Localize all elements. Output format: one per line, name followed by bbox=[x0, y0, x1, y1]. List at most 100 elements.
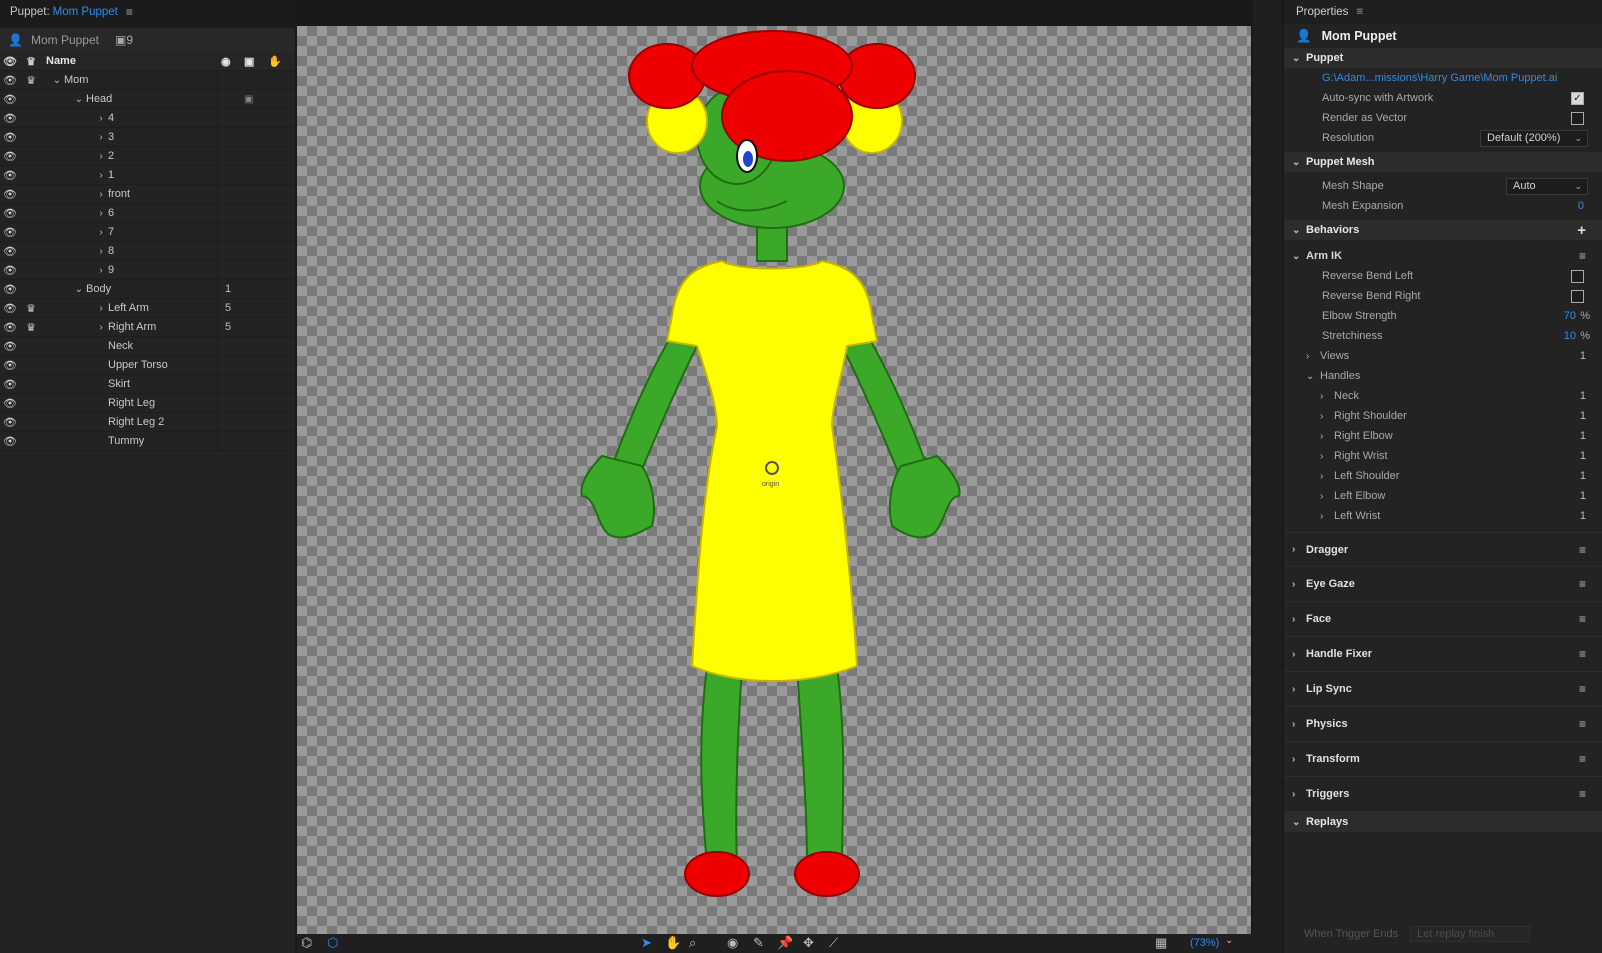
crown-slot[interactable] bbox=[20, 150, 42, 162]
chevron-right-icon[interactable]: › bbox=[94, 151, 108, 162]
handle-row[interactable]: › Left Elbow 1 bbox=[1284, 486, 1602, 506]
camera-icon[interactable]: ▣ bbox=[244, 55, 254, 68]
behavior-menu-icon[interactable]: ≡ bbox=[1579, 249, 1586, 263]
eye-icon[interactable]: 👁 bbox=[0, 188, 20, 201]
behavior-row[interactable]: › Transform ≡ bbox=[1284, 742, 1602, 777]
column-name[interactable]: Name bbox=[46, 55, 76, 67]
zoom-tool-icon[interactable]: ⌕ bbox=[689, 935, 696, 951]
add-behavior-icon[interactable]: + bbox=[1577, 222, 1586, 239]
handles-row[interactable]: ⌄ Handles bbox=[1284, 366, 1602, 386]
eye-icon[interactable]: 👁 bbox=[0, 93, 20, 106]
layer-row[interactable]: 👁 Neck bbox=[0, 337, 295, 356]
eye-icon[interactable]: 👁 bbox=[0, 435, 20, 448]
behavior-row[interactable]: › Handle Fixer ≡ bbox=[1284, 637, 1602, 672]
crown-slot[interactable] bbox=[20, 283, 42, 295]
panel-puppet-name[interactable]: Mom Puppet bbox=[53, 6, 118, 18]
file-path-link[interactable]: G:\Adam...missions\Harry Game\Mom Puppet… bbox=[1322, 72, 1557, 84]
mesh-shape-select[interactable]: Auto ⌄ bbox=[1506, 177, 1588, 195]
outline-icon[interactable]: ⬡ bbox=[327, 935, 338, 951]
handle-row[interactable]: › Right Elbow 1 bbox=[1284, 426, 1602, 446]
handle-row[interactable]: › Neck 1 bbox=[1284, 386, 1602, 406]
behavior-menu-icon[interactable]: ≡ bbox=[1579, 577, 1586, 591]
crown-slot[interactable] bbox=[20, 112, 42, 124]
layer-row[interactable]: 👁 › 2 bbox=[0, 147, 295, 166]
handle-row[interactable]: › Right Wrist 1 bbox=[1284, 446, 1602, 466]
layer-row[interactable]: 👁 Right Leg bbox=[0, 394, 295, 413]
properties-menu-icon[interactable]: ≡ bbox=[1356, 6, 1363, 18]
reverse-left-checkbox[interactable] bbox=[1571, 269, 1584, 283]
layer-row[interactable]: 👁 › 9 bbox=[0, 261, 295, 280]
behavior-arm-ik[interactable]: ⌄ Arm IK ≡ bbox=[1284, 246, 1602, 266]
eye-icon[interactable]: 👁 bbox=[0, 207, 20, 220]
handle-row[interactable]: › Left Wrist 1 bbox=[1284, 506, 1602, 526]
eye-icon[interactable]: 👁 bbox=[0, 397, 20, 410]
behavior-row[interactable]: › Lip Sync ≡ bbox=[1284, 672, 1602, 707]
stick-tool-icon[interactable]: ⟋ bbox=[829, 935, 838, 951]
eye-icon[interactable]: 👁 bbox=[0, 340, 20, 353]
crown-slot[interactable] bbox=[20, 131, 42, 143]
layer-row[interactable]: 👁 Upper Torso bbox=[0, 356, 295, 375]
zoom-dropdown-icon[interactable]: ⌄ bbox=[1225, 935, 1233, 946]
chevron-right-icon[interactable]: › bbox=[94, 265, 108, 276]
chevron-down-icon[interactable]: ⌄ bbox=[72, 94, 86, 105]
hand-icon[interactable]: ✋ bbox=[268, 55, 282, 68]
select-tool-icon[interactable]: ➤ bbox=[641, 935, 652, 951]
eye-icon[interactable]: 👁 bbox=[0, 264, 20, 277]
eye-icon[interactable]: 👁 bbox=[0, 131, 20, 144]
chevron-right-icon[interactable]: › bbox=[94, 170, 108, 181]
layer-row[interactable]: 👁 ♛ › Right Arm 5 bbox=[0, 318, 295, 337]
behavior-row[interactable]: › Triggers ≡ bbox=[1284, 777, 1602, 812]
mom-puppet-artwork[interactable]: origin bbox=[297, 26, 1251, 934]
behavior-menu-icon[interactable]: ≡ bbox=[1579, 543, 1586, 557]
behavior-menu-icon[interactable]: ≡ bbox=[1579, 717, 1586, 731]
behavior-menu-icon[interactable]: ≡ bbox=[1579, 647, 1586, 661]
crown-slot[interactable] bbox=[20, 359, 42, 371]
layer-row[interactable]: 👁 Tummy bbox=[0, 432, 295, 451]
mesh-expansion-value[interactable]: 0 bbox=[1578, 200, 1584, 212]
eye-icon[interactable]: 👁 bbox=[0, 150, 20, 163]
transparency-grid-icon[interactable]: ▦ bbox=[1155, 935, 1167, 951]
crown-slot[interactable] bbox=[20, 264, 42, 276]
eye-icon[interactable]: 👁 bbox=[0, 112, 20, 125]
eye-icon[interactable]: 👁 bbox=[0, 283, 20, 296]
hand-tool-icon[interactable]: ✋ bbox=[665, 935, 681, 951]
handle-row[interactable]: › Right Shoulder 1 bbox=[1284, 406, 1602, 426]
behavior-row[interactable]: › Face ≡ bbox=[1284, 602, 1602, 637]
elbow-strength-value[interactable]: 70 bbox=[1564, 310, 1576, 322]
crown-icon[interactable]: ♛ bbox=[20, 55, 42, 68]
layer-row[interactable]: 👁 › 8 bbox=[0, 242, 295, 261]
crown-icon[interactable]: ♛ bbox=[20, 302, 42, 315]
crown-slot[interactable] bbox=[20, 93, 42, 105]
layer-row[interactable]: 👁 › front bbox=[0, 185, 295, 204]
stage-canvas[interactable]: origin bbox=[297, 26, 1251, 934]
layer-row[interactable]: 👁 › 3 bbox=[0, 128, 295, 147]
crown-slot[interactable] bbox=[20, 435, 42, 447]
crown-slot[interactable] bbox=[20, 207, 42, 219]
eye-icon[interactable]: 👁 bbox=[0, 55, 20, 68]
replay-footer-select[interactable]: Let replay finish bbox=[1410, 926, 1531, 942]
behavior-menu-icon[interactable]: ≡ bbox=[1579, 787, 1586, 801]
handle-tool-icon[interactable]: ✎ bbox=[753, 935, 764, 951]
puppet-row[interactable]: 👤 Mom Puppet ▣9 bbox=[0, 24, 295, 52]
stretchiness-value[interactable]: 10 bbox=[1564, 330, 1576, 342]
chevron-right-icon[interactable]: › bbox=[94, 113, 108, 124]
section-replays[interactable]: ⌄ Replays bbox=[1284, 812, 1602, 832]
chevron-right-icon[interactable]: › bbox=[94, 246, 108, 257]
crown-slot[interactable] bbox=[20, 397, 42, 409]
behavior-menu-icon[interactable]: ≡ bbox=[1579, 612, 1586, 626]
handle-row[interactable]: › Left Shoulder 1 bbox=[1284, 466, 1602, 486]
chevron-right-icon[interactable]: › bbox=[94, 303, 108, 314]
layer-row[interactable]: 👁 ⌄ Head ▣ bbox=[0, 90, 295, 109]
origin-tool-icon[interactable]: ◉ bbox=[727, 935, 738, 951]
chevron-right-icon[interactable]: › bbox=[94, 227, 108, 238]
eye-icon[interactable]: 👁 bbox=[0, 321, 20, 334]
crown-slot[interactable] bbox=[20, 378, 42, 390]
crown-icon[interactable]: ♛ bbox=[20, 321, 42, 334]
pin-tool-icon[interactable]: 📌 bbox=[777, 935, 793, 951]
layer-row[interactable]: 👁 Right Leg 2 bbox=[0, 413, 295, 432]
eye-icon[interactable]: 👁 bbox=[0, 302, 20, 315]
section-behaviors[interactable]: ⌄ Behaviors + bbox=[1284, 220, 1602, 240]
behavior-menu-icon[interactable]: ≡ bbox=[1579, 752, 1586, 766]
mesh-icon[interactable]: ⌬ bbox=[301, 935, 312, 951]
eye-icon[interactable]: 👁 bbox=[0, 416, 20, 429]
